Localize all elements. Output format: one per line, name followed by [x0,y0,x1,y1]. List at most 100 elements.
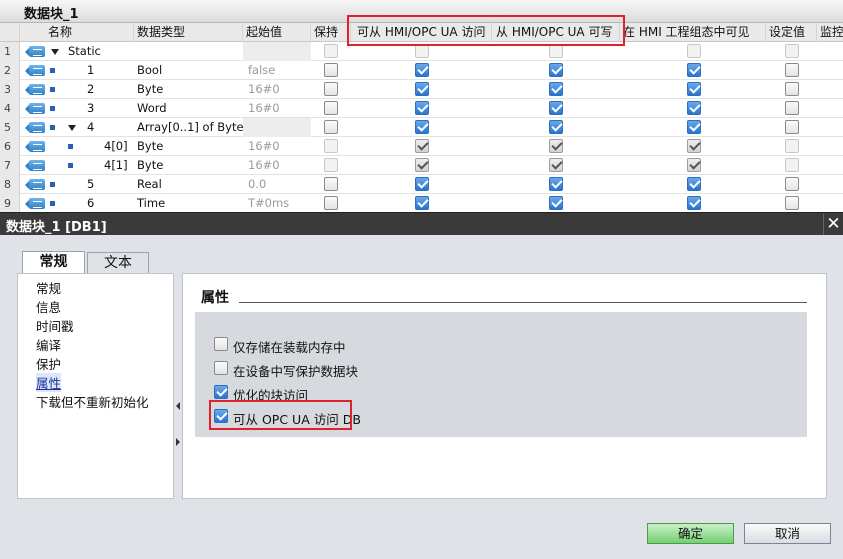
collapse-left-icon[interactable] [176,402,180,410]
table-row[interactable]: 5 4 Array[0..1] of Byte [0,118,843,137]
load-memory-only-checkbox[interactable] [214,337,228,351]
table-row[interactable]: 9 6 Time T#0ms [0,194,843,212]
row-data-type[interactable]: Bool [137,61,162,80]
hmi-writable-checkbox[interactable] [549,196,563,210]
hmi-access-checkbox[interactable] [415,177,429,191]
row-name[interactable]: 2 [87,80,94,99]
row-data-type[interactable]: Byte [137,80,163,99]
hmi-access-checkbox[interactable] [415,82,429,96]
row-data-type[interactable]: Array[0..1] of Byte [137,118,244,137]
retain-checkbox[interactable] [324,63,338,77]
row-start-value[interactable]: 16#0 [248,137,280,156]
row-name[interactable]: 4[0] [104,137,128,156]
header-name[interactable]: 名称 [20,23,134,42]
row-data-type[interactable]: Byte [137,137,163,156]
hmi-visible-checkbox[interactable] [687,101,701,115]
row-name[interactable]: 5 [87,175,94,194]
row-data-type[interactable]: Real [137,175,162,194]
row-name[interactable]: 6 [87,194,94,212]
retain-checkbox[interactable] [324,44,338,58]
nav-item-general[interactable]: 常规 [36,278,61,297]
row-name[interactable]: 3 [87,99,94,118]
hmi-writable-checkbox[interactable] [549,82,563,96]
row-name[interactable]: 1 [87,61,94,80]
row-name[interactable]: 4 [87,118,94,137]
hmi-writable-checkbox[interactable] [549,101,563,115]
hmi-visible-checkbox[interactable] [687,177,701,191]
nav-item-compile[interactable]: 编译 [36,335,61,354]
setpoint-checkbox[interactable] [785,177,799,191]
setpoint-checkbox[interactable] [785,44,799,58]
row-name[interactable]: 4[1] [104,156,128,175]
close-icon[interactable]: ✕ [823,214,843,235]
row-start-value[interactable]: 16#0 [248,80,280,99]
hmi-visible-checkbox[interactable] [687,44,701,58]
setpoint-checkbox[interactable] [785,82,799,96]
retain-checkbox[interactable] [324,139,338,153]
expand-right-icon[interactable] [176,438,180,446]
table-row[interactable]: 7 4[1] Byte 16#0 [0,156,843,175]
hmi-writable-checkbox[interactable] [549,63,563,77]
hmi-access-checkbox[interactable] [415,120,429,134]
hmi-visible-checkbox[interactable] [687,120,701,134]
table-row[interactable]: 2 1 Bool false [0,61,843,80]
hmi-access-checkbox[interactable] [415,63,429,77]
retain-checkbox[interactable] [324,177,338,191]
row-data-type[interactable]: Byte [137,156,163,175]
row-data-type[interactable]: Word [137,99,167,118]
header-monitor[interactable]: 监控 [817,23,843,42]
write-protect-checkbox[interactable] [214,361,228,375]
hmi-writable-checkbox[interactable] [549,177,563,191]
nav-item-timestamp[interactable]: 时间戳 [36,316,74,335]
nav-item-protection[interactable]: 保护 [36,354,61,373]
hmi-visible-checkbox[interactable] [687,82,701,96]
row-start-value[interactable]: 16#0 [248,99,280,118]
retain-checkbox[interactable] [324,82,338,96]
row-start-value[interactable]: false [248,61,275,80]
collapse-arrow-icon[interactable] [51,49,59,55]
optimized-access-checkbox[interactable] [214,385,228,399]
header-start-value[interactable]: 起始值 [243,23,311,42]
collapse-arrow-icon[interactable] [68,125,76,131]
hmi-access-checkbox[interactable] [415,139,429,153]
row-start-value[interactable]: T#0ms [248,194,289,212]
header-retain[interactable]: 保持 [311,23,351,42]
setpoint-checkbox[interactable] [785,158,799,172]
panel-splitter[interactable] [174,273,182,499]
hmi-writable-checkbox[interactable] [549,120,563,134]
hmi-visible-checkbox[interactable] [687,139,701,153]
hmi-access-checkbox[interactable] [415,44,429,58]
header-data-type[interactable]: 数据类型 [134,23,243,42]
header-hmi-visible[interactable]: 在 HMI 工程组态中可见 [620,23,766,42]
retain-checkbox[interactable] [324,101,338,115]
hmi-visible-checkbox[interactable] [687,196,701,210]
hmi-access-checkbox[interactable] [415,101,429,115]
header-setpoint[interactable]: 设定值 [766,23,817,42]
setpoint-checkbox[interactable] [785,101,799,115]
table-row[interactable]: 8 5 Real 0.0 [0,175,843,194]
setpoint-checkbox[interactable] [785,120,799,134]
table-row[interactable]: 4 3 Word 16#0 [0,99,843,118]
setpoint-checkbox[interactable] [785,196,799,210]
hmi-visible-checkbox[interactable] [687,63,701,77]
tab-text[interactable]: 文本 [87,252,149,273]
nav-item-download-without-reinit[interactable]: 下载但不重新初始化 [36,392,149,411]
tab-general[interactable]: 常规 [22,251,85,274]
ok-button[interactable]: 确定 [647,523,734,544]
hmi-writable-checkbox[interactable] [549,158,563,172]
table-row[interactable]: 3 2 Byte 16#0 [0,80,843,99]
row-name[interactable]: Static [68,42,101,61]
table-row[interactable]: 6 4[0] Byte 16#0 [0,137,843,156]
retain-checkbox[interactable] [324,158,338,172]
hmi-writable-checkbox[interactable] [549,44,563,58]
row-data-type[interactable]: Time [137,194,165,212]
hmi-access-checkbox[interactable] [415,196,429,210]
row-start-value[interactable]: 0.0 [248,175,266,194]
hmi-visible-checkbox[interactable] [687,158,701,172]
retain-checkbox[interactable] [324,196,338,210]
cancel-button[interactable]: 取消 [744,523,831,544]
nav-item-attributes[interactable]: 属性 [36,373,62,392]
nav-item-info[interactable]: 信息 [36,297,61,316]
retain-checkbox[interactable] [324,120,338,134]
hmi-writable-checkbox[interactable] [549,139,563,153]
